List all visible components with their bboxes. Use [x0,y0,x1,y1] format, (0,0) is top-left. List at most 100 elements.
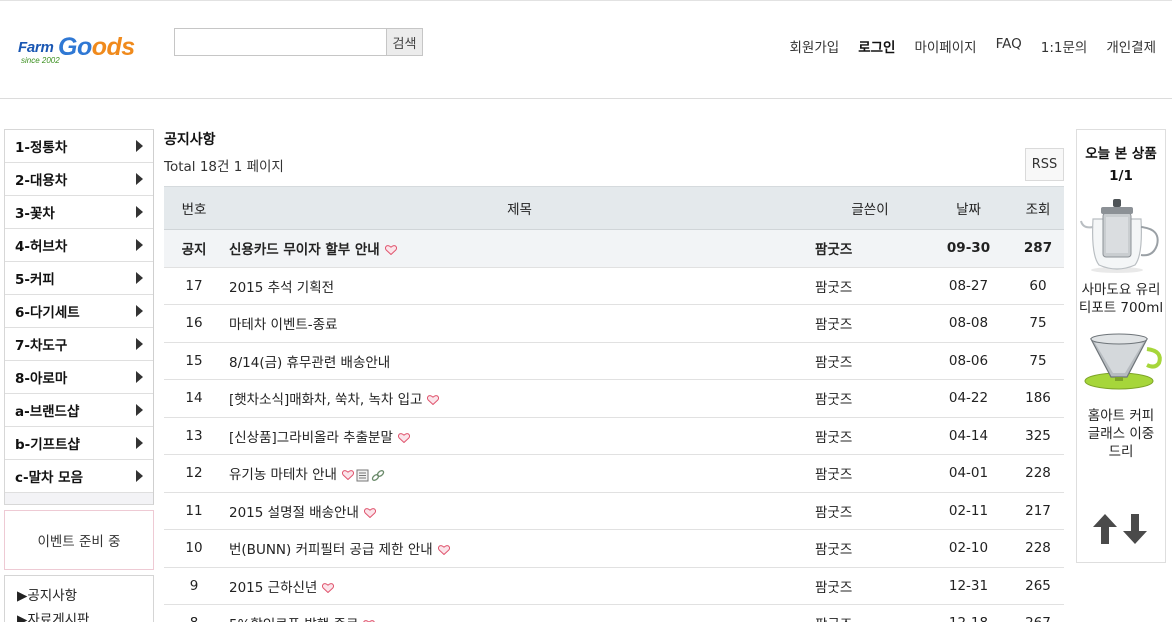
category-label: a-브랜드샵 [15,404,80,420]
row-subject-link[interactable]: 번(BUNN) 커피필터 공급 제한 안내 [229,542,433,558]
row-num: 10 [164,529,224,568]
row-num: 14 [164,379,224,418]
row-subject-link[interactable]: 신용카드 무이자 할부 안내 [229,242,380,258]
row-num: 11 [164,492,224,530]
row-subject-link[interactable]: 마테차 이벤트-종료 [229,317,338,333]
row-author[interactable]: 팜굿즈 [815,604,925,622]
category-item-0[interactable]: 1-정통차 [5,130,153,163]
product-dripper[interactable]: 홈아트 커피 글래스 이중 드리 [1077,329,1165,461]
row-subject-link[interactable]: 2015 설명절 배송안내 [229,505,359,521]
recently-viewed-panel: 오늘 본 상품 1/1 사마도요 유리티포트 700ml 홈아트 커피 글래스 … [1076,129,1166,563]
arrow-up-icon[interactable] [1092,513,1118,545]
category-item-4[interactable]: 5-커피 [5,262,153,295]
category-label: 5-커피 [15,272,55,288]
board-links: ▶공지사항 ▶자료게시판 [4,575,154,622]
row-views: 217 [1012,492,1064,530]
category-label: c-말차 모음 [15,470,83,486]
col-header-views[interactable]: 조회 [1012,186,1064,230]
search-input[interactable] [174,28,386,56]
category-label: 3-꽃차 [15,206,55,222]
row-author[interactable]: 팜굿즈 [815,529,925,568]
board-link-0[interactable]: ▶공지사항 [17,584,153,608]
table-row: 13 [신상품]그라비올라 추출분말 팜굿즈 04-14 325 [164,417,1064,455]
row-views: 186 [1012,379,1064,418]
row-views: 265 [1012,567,1064,605]
notice-board: 공지사항 Total 18건 1 페이지 RSS 번호 제목 글쓴이 날짜 조회… [164,129,1064,622]
teapot-image [1080,199,1159,273]
table-row: 16 마테차 이벤트-종료 팜굿즈 08-08 75 [164,304,1064,343]
product-teapot[interactable]: 사마도요 유리티포트 700ml [1077,193,1165,317]
topnav-link-0[interactable]: 회원가입 [790,36,840,56]
topnav-link-4[interactable]: 1:1문의 [1041,36,1088,56]
row-subject-cell: 신용카드 무이자 할부 안내 [224,229,815,268]
table-row: 15 8/14(금) 휴무관련 배송안내 팜굿즈 08-06 75 [164,342,1064,380]
table-header-row: 번호 제목 글쓴이 날짜 조회 [164,186,1064,230]
category-label: 2-대용차 [15,173,68,189]
arrow-down-icon[interactable] [1122,513,1148,545]
col-header-author[interactable]: 글쓴이 [815,186,925,230]
category-item-9[interactable]: b-기프트샵 [5,427,153,460]
row-subject-cell: 8/14(금) 휴무관련 배송안내 [224,342,815,380]
farmgoods-logo[interactable]: Farm Goods since 2002 [18,33,148,69]
rss-button[interactable]: RSS [1025,148,1064,181]
recently-viewed-page: 1/1 [1109,168,1133,184]
caret-right-icon [136,140,143,152]
category-item-2[interactable]: 3-꽃차 [5,196,153,229]
row-views: 325 [1012,417,1064,455]
row-num: 17 [164,267,224,305]
caret-right-icon [136,470,143,482]
category-label: 7-차도구 [15,338,68,354]
row-author[interactable]: 팜굿즈 [815,417,925,455]
logo-since-text: since 2002 [21,56,60,65]
row-date: 02-11 [925,492,1012,530]
event-text: 이벤트 준비 중 [37,534,121,550]
category-item-7[interactable]: 8-아로마 [5,361,153,394]
row-subject-link[interactable]: [신상품]그라비올라 추출분말 [229,430,393,446]
topnav-link-1[interactable]: 로그인 [858,36,895,56]
logo-goods-part2: ods [91,33,135,61]
row-author[interactable]: 팜굿즈 [815,342,925,380]
event-banner: 이벤트 준비 중 [4,510,154,570]
table-row: 9 2015 근하신년 팜굿즈 12-31 265 [164,567,1064,605]
row-author[interactable]: 팜굿즈 [815,229,925,268]
table-row: 공지 신용카드 무이자 할부 안내 팜굿즈 09-30 287 [164,229,1064,268]
table-row: 17 2015 추석 기획전 팜굿즈 08-27 60 [164,267,1064,305]
row-date: 09-30 [925,229,1012,268]
caret-right-icon [136,437,143,449]
topnav-link-3[interactable]: FAQ [996,36,1022,56]
col-header-date[interactable]: 날짜 [925,186,1012,230]
heart-icon [384,245,397,256]
row-subject-link[interactable]: 2015 추석 기획전 [229,280,334,296]
category-item-1[interactable]: 2-대용차 [5,163,153,196]
caret-right-icon [136,206,143,218]
topnav-link-5[interactable]: 개인결제 [1106,36,1156,56]
board-link-1[interactable]: ▶자료게시판 [17,608,153,622]
row-author[interactable]: 팜굿즈 [815,267,925,305]
row-date: 04-14 [925,417,1012,455]
caret-right-icon [136,239,143,251]
row-author[interactable]: 팜굿즈 [815,492,925,530]
row-author[interactable]: 팜굿즈 [815,454,925,493]
category-item-6[interactable]: 7-차도구 [5,328,153,361]
heart-icon [437,545,450,556]
category-item-10[interactable]: c-말차 모음 [5,460,153,493]
category-item-5[interactable]: 6-다기세트 [5,295,153,328]
row-author[interactable]: 팜굿즈 [815,567,925,605]
row-author[interactable]: 팜굿즈 [815,304,925,343]
row-date: 08-27 [925,267,1012,305]
row-num: 16 [164,304,224,343]
row-subject-link[interactable]: 8/14(금) 휴무관련 배송안내 [229,355,390,371]
row-subject-link[interactable]: 5%할인쿠폰 발행 종료 [229,617,358,622]
search-button[interactable]: 검색 [386,28,423,56]
topnav-link-2[interactable]: 마이페이지 [914,36,976,56]
row-date: 04-01 [925,454,1012,493]
row-subject-link[interactable]: 유기농 마테차 안내 [229,467,337,483]
row-author[interactable]: 팜굿즈 [815,379,925,418]
category-item-3[interactable]: 4-허브차 [5,229,153,262]
caret-right-icon [136,305,143,317]
category-item-8[interactable]: a-브랜드샵 [5,394,153,427]
table-row: 11 2015 설명절 배송안내 팜굿즈 02-11 217 [164,492,1064,530]
row-subject-link[interactable]: 2015 근하신년 [229,580,317,596]
row-num: 12 [164,454,224,493]
row-subject-link[interactable]: [햇차소식]매화차, 쑥차, 녹차 입고 [229,392,422,408]
